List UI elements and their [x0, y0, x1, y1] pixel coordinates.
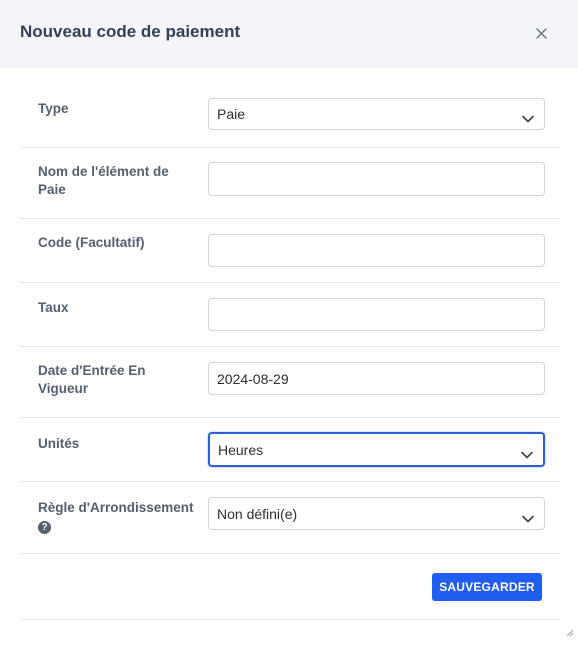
code-row: Code (Facultatif): [20, 219, 560, 283]
effective-date-row: Date d'Entrée En Vigueur 2024-08-29: [20, 347, 560, 418]
chevron-down-icon: [522, 510, 534, 526]
effective-date-label: Date d'Entrée En Vigueur: [38, 363, 146, 396]
effective-date-input[interactable]: 2024-08-29: [208, 362, 545, 395]
type-select-value: Paie: [217, 106, 246, 122]
type-select[interactable]: Paie: [208, 98, 545, 130]
footer-divider: [20, 619, 560, 620]
type-row: Type Paie: [20, 80, 560, 148]
units-select-value: Heures: [218, 441, 264, 458]
close-icon: [535, 27, 547, 39]
resize-handle-icon[interactable]: [566, 624, 574, 642]
type-label: Type: [38, 101, 69, 116]
help-icon[interactable]: ?: [38, 520, 51, 534]
rounding-rule-select[interactable]: Non défini(e): [208, 497, 545, 530]
rate-label: Taux: [38, 300, 69, 315]
dialog-title: Nouveau code de paiement: [20, 22, 241, 41]
item-name-input[interactable]: [208, 162, 545, 196]
rounding-rule-label: Règle d'Arrondissement ?: [38, 500, 194, 534]
save-button[interactable]: SAUVEGARDER: [432, 573, 542, 601]
rounding-rule-row: Règle d'Arrondissement ? Non défini(e): [20, 482, 560, 554]
code-label: Code (Facultatif): [38, 235, 145, 250]
chevron-down-icon: [522, 110, 534, 126]
dialog-header: Nouveau code de paiement: [0, 0, 578, 68]
units-label: Unités: [38, 436, 80, 451]
rounding-rule-select-value: Non défini(e): [217, 505, 298, 522]
item-name-label: Nom de l'élément de Paie: [38, 164, 169, 197]
item-name-row: Nom de l'élément de Paie: [20, 148, 560, 219]
rate-row: Taux: [20, 283, 560, 347]
payment-code-dialog: Nouveau code de paiement Type Paie Nom d…: [0, 0, 578, 646]
units-select[interactable]: Heures: [208, 432, 545, 467]
units-row: Unités Heures: [20, 418, 560, 482]
code-input[interactable]: [208, 234, 545, 267]
chevron-down-icon: [521, 446, 533, 462]
close-button[interactable]: [530, 22, 552, 44]
rate-input[interactable]: [208, 298, 545, 331]
